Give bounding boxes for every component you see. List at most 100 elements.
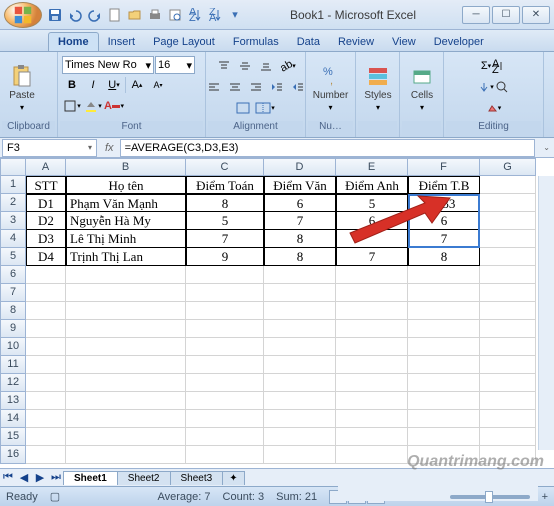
col-header-G[interactable]: G	[480, 158, 536, 176]
cell-C8[interactable]	[186, 302, 264, 320]
cell-G9[interactable]	[480, 320, 536, 338]
cell-D9[interactable]	[264, 320, 336, 338]
expand-formula-icon[interactable]: ⌄	[539, 143, 554, 152]
row-header-1[interactable]: 1	[0, 176, 26, 194]
cell-E4[interactable]	[336, 230, 408, 248]
row-header-4[interactable]: 4	[0, 230, 26, 248]
cell-A12[interactable]	[26, 374, 66, 392]
qat-open-icon[interactable]	[126, 6, 144, 24]
number-format-button[interactable]: %,Number▾	[310, 62, 351, 114]
cell-G8[interactable]	[480, 302, 536, 320]
tab-formulas[interactable]: Formulas	[224, 33, 288, 51]
cell-D13[interactable]	[264, 392, 336, 410]
cell-F11[interactable]	[408, 356, 480, 374]
cell-D12[interactable]	[264, 374, 336, 392]
cell-E2[interactable]: 5	[336, 194, 408, 212]
cell-B13[interactable]	[66, 392, 186, 410]
cell-B3[interactable]: Nguyễn Hà My	[66, 212, 186, 230]
worksheet-grid[interactable]: ABCDEFG 12345678910111213141516 STTHọ tê…	[0, 158, 554, 468]
qat-more-icon[interactable]: ▾	[226, 6, 244, 24]
row-header-13[interactable]: 13	[0, 392, 26, 410]
cell-A2[interactable]: D1	[26, 194, 66, 212]
cell-C15[interactable]	[186, 428, 264, 446]
paste-button[interactable]: Paste▾	[4, 62, 40, 114]
cell-G11[interactable]	[480, 356, 536, 374]
border-button[interactable]: ▾	[62, 96, 82, 116]
row-header-2[interactable]: 2	[0, 194, 26, 212]
wrap-text-button[interactable]	[234, 98, 252, 118]
cell-D10[interactable]	[264, 338, 336, 356]
row-header-12[interactable]: 12	[0, 374, 26, 392]
col-header-B[interactable]: B	[66, 158, 186, 176]
cell-F14[interactable]	[408, 410, 480, 428]
fill-color-button[interactable]: ▾	[83, 96, 103, 116]
sheet-nav-next[interactable]: ▶	[32, 470, 48, 486]
close-button[interactable]: ✕	[522, 6, 550, 24]
tab-developer[interactable]: Developer	[425, 33, 493, 51]
cell-C14[interactable]	[186, 410, 264, 428]
row-header-16[interactable]: 16	[0, 446, 26, 464]
minimize-button[interactable]: ─	[462, 6, 490, 24]
cell-G4[interactable]	[480, 230, 536, 248]
qat-save-icon[interactable]	[46, 6, 64, 24]
cell-B11[interactable]	[66, 356, 186, 374]
cell-B7[interactable]	[66, 284, 186, 302]
cell-C9[interactable]	[186, 320, 264, 338]
qat-quickprint-icon[interactable]	[146, 6, 164, 24]
cell-E7[interactable]	[336, 284, 408, 302]
cell-E16[interactable]	[336, 446, 408, 464]
row-header-5[interactable]: 5	[0, 248, 26, 266]
cell-D16[interactable]	[264, 446, 336, 464]
align-bottom-button[interactable]	[256, 56, 276, 76]
cell-C1[interactable]: Điểm Toán	[186, 176, 264, 194]
align-top-button[interactable]	[214, 56, 234, 76]
row-header-15[interactable]: 15	[0, 428, 26, 446]
row-header-6[interactable]: 6	[0, 266, 26, 284]
cell-B10[interactable]	[66, 338, 186, 356]
cell-F6[interactable]	[408, 266, 480, 284]
cell-B4[interactable]: Lê Thị Minh	[66, 230, 186, 248]
cell-G13[interactable]	[480, 392, 536, 410]
name-box[interactable]: F3▾	[2, 139, 97, 157]
cell-G16[interactable]	[480, 446, 536, 464]
cell-G1[interactable]	[480, 176, 536, 194]
cell-G2[interactable]	[480, 194, 536, 212]
qat-preview-icon[interactable]	[166, 6, 184, 24]
row-header-9[interactable]: 9	[0, 320, 26, 338]
shrink-font-button[interactable]: A▾	[148, 75, 168, 95]
cell-E15[interactable]	[336, 428, 408, 446]
row-header-10[interactable]: 10	[0, 338, 26, 356]
cell-F12[interactable]	[408, 374, 480, 392]
cell-D11[interactable]	[264, 356, 336, 374]
sheet-tab-new[interactable]: ✦	[222, 471, 244, 485]
cell-C6[interactable]	[186, 266, 264, 284]
qat-sortdesc-icon[interactable]: ZA	[206, 6, 224, 24]
select-all-corner[interactable]	[0, 158, 26, 176]
tab-view[interactable]: View	[383, 33, 425, 51]
cell-D5[interactable]: 8	[264, 248, 336, 266]
cell-B5[interactable]: Trịnh Thị Lan	[66, 248, 186, 266]
col-header-F[interactable]: F	[408, 158, 480, 176]
cell-F16[interactable]	[408, 446, 480, 464]
increase-indent-button[interactable]	[288, 77, 308, 97]
cell-E6[interactable]	[336, 266, 408, 284]
cell-F8[interactable]	[408, 302, 480, 320]
col-header-D[interactable]: D	[264, 158, 336, 176]
cell-F13[interactable]	[408, 392, 480, 410]
cell-C7[interactable]	[186, 284, 264, 302]
cell-A8[interactable]	[26, 302, 66, 320]
cell-C2[interactable]: 8	[186, 194, 264, 212]
cell-E14[interactable]	[336, 410, 408, 428]
cell-G3[interactable]	[480, 212, 536, 230]
cell-B8[interactable]	[66, 302, 186, 320]
qat-new-icon[interactable]	[106, 6, 124, 24]
row-header-3[interactable]: 3	[0, 212, 26, 230]
sheet-tab-3[interactable]: Sheet3	[170, 471, 224, 485]
cell-F15[interactable]	[408, 428, 480, 446]
cell-D6[interactable]	[264, 266, 336, 284]
bold-button[interactable]: B	[62, 75, 82, 95]
zoom-slider[interactable]	[450, 495, 530, 499]
font-family-combo[interactable]: Times New Ro▾	[62, 56, 154, 74]
qat-redo-icon[interactable]	[86, 6, 104, 24]
cell-B2[interactable]: Phạm Văn Mạnh	[66, 194, 186, 212]
